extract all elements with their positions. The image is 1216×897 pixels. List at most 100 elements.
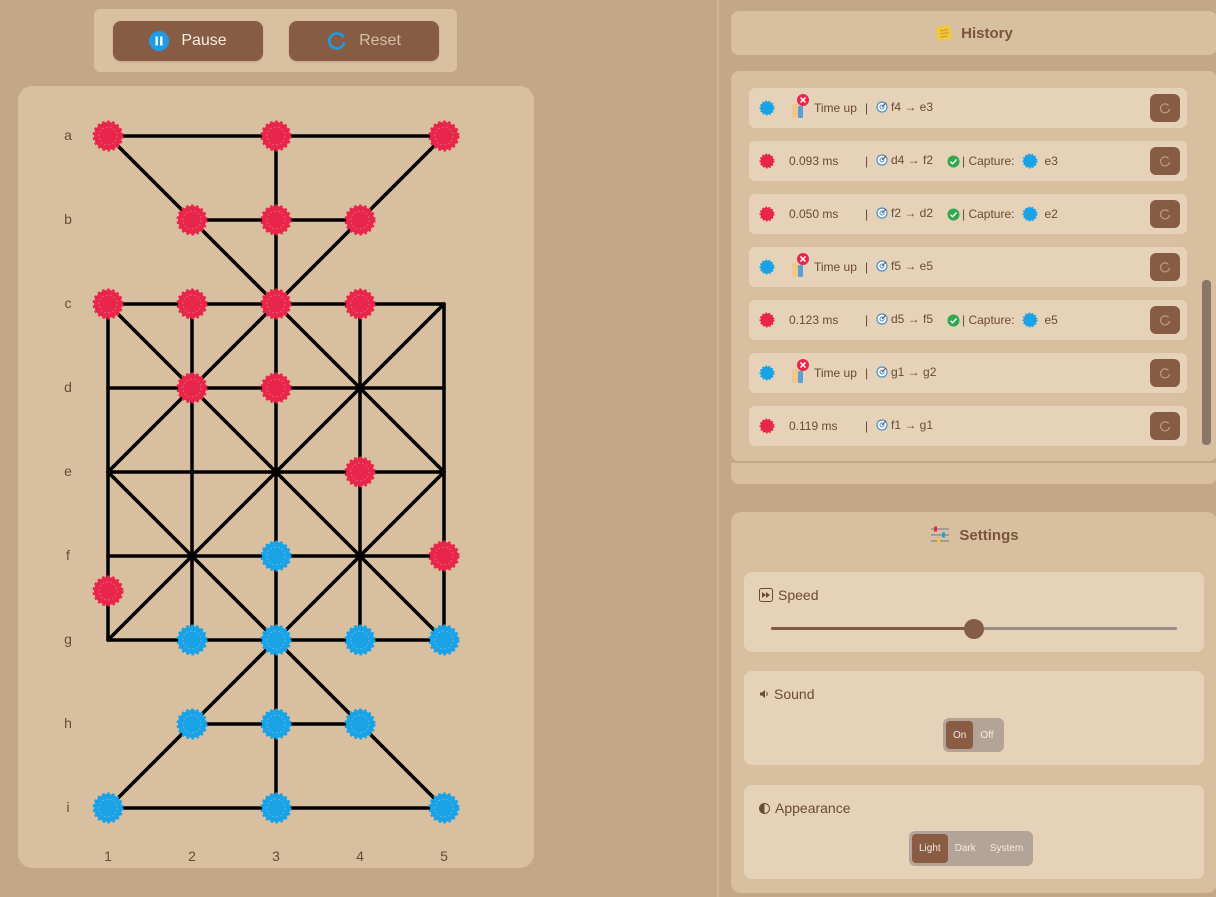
think-time: 0.050 ms (789, 207, 839, 221)
reset-button[interactable]: Reset (289, 21, 439, 61)
history-row: 0.123 ms | d5 → f5 | Capture: e5 (749, 300, 1187, 340)
row-label: f (66, 547, 70, 563)
red-piece-icon (759, 206, 775, 222)
capture-label: | Capture: (962, 313, 1015, 327)
blue-piece[interactable] (260, 540, 292, 572)
sliders-icon (931, 526, 950, 544)
row-label: i (66, 799, 70, 815)
undo-icon (1159, 368, 1171, 379)
undo-button[interactable] (1150, 200, 1180, 228)
red-piece[interactable] (344, 288, 376, 320)
blue-piece[interactable] (260, 792, 292, 824)
red-piece[interactable] (260, 372, 292, 404)
red-piece[interactable] (92, 575, 124, 607)
appearance-option-system[interactable]: System (983, 834, 1030, 863)
pause-button[interactable]: Pause (113, 21, 263, 61)
target-icon (876, 313, 888, 325)
blue-piece[interactable] (260, 624, 292, 656)
move-text: d5 → f5 (891, 312, 934, 326)
timeout-icon (792, 253, 809, 277)
row-label: g (64, 631, 72, 647)
history-scrollbar[interactable] (1202, 280, 1211, 445)
undo-button[interactable] (1150, 253, 1180, 281)
move-text: f4 → e3 (891, 100, 934, 114)
timeout-icon (792, 359, 809, 383)
row-label: d (64, 379, 72, 395)
speed-slider-fill (771, 627, 974, 630)
capture-label: | Capture: (962, 154, 1015, 168)
red-piece[interactable] (260, 288, 292, 320)
undo-icon (1159, 103, 1171, 114)
speaker-icon (760, 690, 768, 698)
captured-piece-icon (1022, 312, 1038, 328)
blue-piece[interactable] (428, 624, 460, 656)
red-piece[interactable] (260, 204, 292, 236)
sound-label-row: Sound (759, 686, 814, 702)
sound-label: Sound (774, 686, 815, 702)
separator: | (865, 366, 869, 380)
undo-button[interactable] (1150, 94, 1180, 122)
separator: | (865, 101, 869, 115)
undo-button[interactable] (1150, 147, 1180, 175)
capture-square: e2 (1044, 207, 1058, 221)
appearance-toggle[interactable]: Light Dark System (909, 831, 1034, 866)
column-label: 2 (188, 848, 196, 864)
sound-card: Sound On Off (744, 671, 1204, 765)
blue-piece[interactable] (428, 792, 460, 824)
undo-button[interactable] (1150, 359, 1180, 387)
appearance-option-dark[interactable]: Dark (948, 834, 983, 863)
history-footer (731, 463, 1216, 484)
blue-piece[interactable] (344, 708, 376, 740)
pause-icon (149, 31, 170, 51)
sound-option-on[interactable]: On (946, 721, 974, 749)
separator: | (865, 154, 869, 168)
check-icon (947, 208, 960, 220)
sound-option-off[interactable]: Off (973, 721, 1000, 749)
captured-piece-icon (1022, 206, 1038, 222)
column-label: 5 (440, 848, 448, 864)
speed-slider-thumb[interactable] (964, 619, 984, 639)
move-text: f5 → e5 (891, 259, 934, 273)
history-title: History (961, 24, 1013, 42)
history-row: 0.093 ms | d4 → f2 | Capture: e3 (749, 141, 1187, 181)
move-text: f1 → g1 (891, 418, 934, 432)
red-piece[interactable] (428, 120, 460, 152)
undo-button[interactable] (1150, 306, 1180, 334)
speed-label: Speed (778, 587, 819, 603)
settings-panel: Settings Speed Sound On Off Appearance L… (731, 512, 1216, 893)
red-piece[interactable] (344, 456, 376, 488)
settings-title: Settings (959, 526, 1019, 544)
reset-label: Reset (359, 32, 401, 49)
speed-label-row: Speed (759, 587, 818, 603)
appearance-option-light[interactable]: Light (912, 834, 948, 863)
red-piece[interactable] (344, 204, 376, 236)
sound-toggle[interactable]: On Off (943, 718, 1004, 752)
timeout-icon (792, 94, 809, 118)
timeout-text: Time up (814, 101, 857, 115)
target-icon (876, 260, 888, 272)
blue-piece[interactable] (260, 708, 292, 740)
red-piece[interactable] (260, 120, 292, 152)
fast-forward-icon (759, 588, 773, 602)
red-piece[interactable] (428, 540, 460, 572)
undo-button[interactable] (1150, 412, 1180, 440)
column-label: 4 (356, 848, 364, 864)
column-label: 1 (104, 848, 112, 864)
controls-bar: Pause Reset (94, 9, 457, 72)
capture-label: | Capture: (962, 207, 1015, 221)
check-icon (947, 314, 960, 326)
separator: | (865, 260, 869, 274)
blue-piece-icon (759, 259, 775, 275)
red-piece[interactable] (176, 204, 208, 236)
blue-piece-icon (759, 100, 775, 116)
blue-piece[interactable] (176, 624, 208, 656)
blue-piece[interactable] (344, 624, 376, 656)
blue-piece[interactable] (176, 708, 208, 740)
move-text: f2 → d2 (891, 206, 934, 220)
appearance-card: Appearance Light Dark System (744, 785, 1204, 879)
red-piece[interactable] (176, 372, 208, 404)
target-icon (876, 419, 888, 431)
row-label: h (64, 715, 72, 731)
red-piece[interactable] (176, 288, 208, 320)
move-text: d4 → f2 (891, 153, 934, 167)
